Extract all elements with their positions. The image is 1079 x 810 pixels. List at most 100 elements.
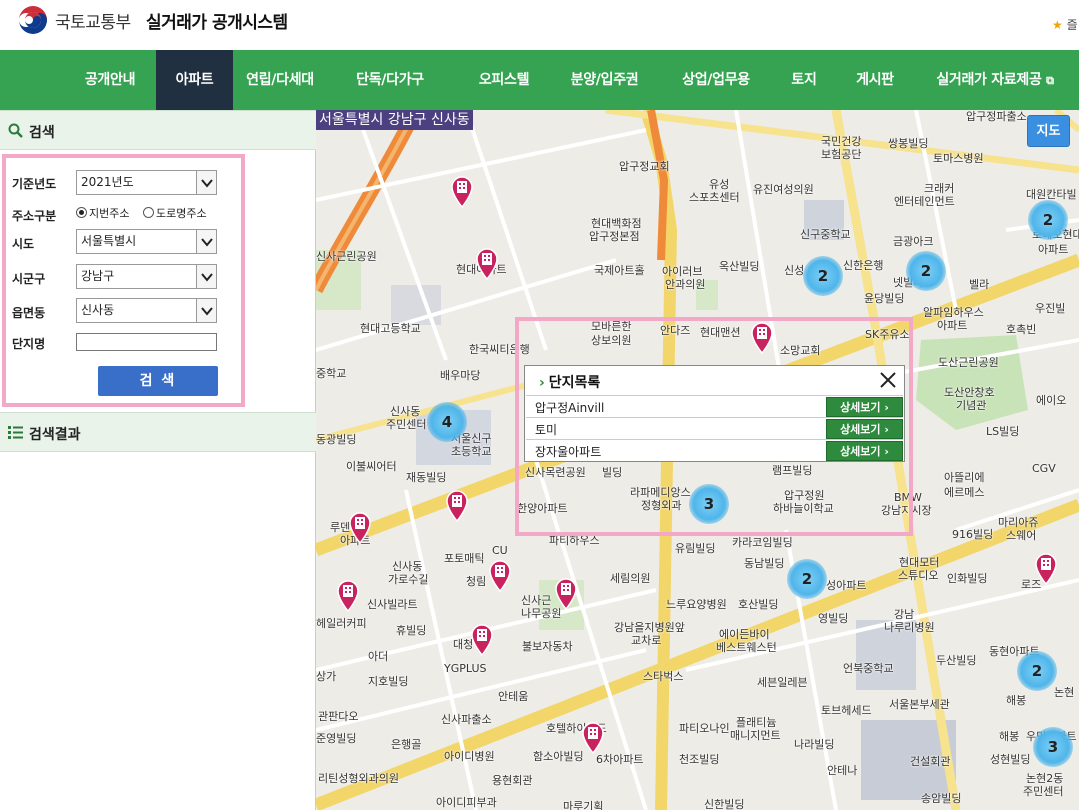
complex-row[interactable]: 토미 상세보기 › [526,417,903,439]
map-label: 마리아쥬 [998,516,1039,529]
dong-select-value: 신사동 [81,303,115,317]
apartment-pin-icon[interactable] [581,722,605,754]
sigungu-select-value: 강남구 [81,269,115,283]
complex-list-popup: › 단지목록 압구정Ainvill 상세보기 › 토미 상세보기 › 장자울아파트… [524,365,905,462]
map-label: 주민센터 [1023,785,1064,798]
region-label: 서울특별시 강남구 신사동 [316,110,473,130]
map-label: 포토매틱 [444,552,485,565]
search-icon [8,123,23,138]
map-label: 토브헤세드 [821,704,872,717]
system-title[interactable]: 실거래가 공개시스템 [146,8,288,33]
nav-item-detached[interactable]: 단독/다가구 [350,50,430,110]
map-label: 아이디병원 [444,750,495,763]
favorite-label: 즐 [1066,18,1078,32]
detail-button[interactable]: 상세보기 › [826,397,903,417]
favorite-link[interactable]: ★ 즐 [1052,16,1078,33]
map-label: 국제아트홀 [594,264,645,277]
ministry-name[interactable]: 국토교통부 [55,8,131,33]
map-type-toggle[interactable]: 지도 [1027,115,1070,147]
map-label: 두산빌딩 [936,654,977,667]
apartment-pin-icon[interactable] [475,248,499,280]
cluster-marker[interactable]: 2 [1017,651,1057,691]
complex-name-input[interactable] [76,333,217,351]
government-logo-icon[interactable] [17,4,49,36]
map-label: 천조빌딩 [679,753,720,766]
nav-item-data-provision[interactable]: 실거래가 자료제공 ⧉ [925,50,1065,110]
map-label: 아더 [368,650,389,663]
map-label: 신한은행 [843,259,884,272]
apartment-pin-icon[interactable] [554,578,578,610]
map-label: 유성 [709,178,730,191]
apartment-pin-icon[interactable] [470,624,494,656]
apartment-pin-icon[interactable] [336,580,360,612]
popup-title: › 단지목록 [539,372,600,392]
map-label: 압구정파출소 [966,110,1027,123]
map-label: 파티오나인 [679,722,730,735]
radio-road-address[interactable]: 도로명주소 [143,205,207,221]
cluster-marker[interactable]: 2 [906,251,946,291]
nav-item-presale[interactable]: 분양/입주권 [563,50,646,110]
nav-item-public-info[interactable]: 공개안내 [70,50,150,110]
apartment-pin-icon[interactable] [445,490,469,522]
nav-item-land[interactable]: 토지 [783,50,825,110]
map-label: 건설회관 [910,755,951,768]
radio-lot-address[interactable]: 지번주소 [76,205,129,221]
map-label: 언북중학교 [843,662,894,675]
apartment-pin-icon[interactable] [488,560,512,592]
map-label: 안테움 [498,690,529,703]
cluster-marker[interactable]: 2 [803,256,843,296]
map-label: 해봉 [999,730,1020,743]
map-canvas[interactable]: 서울특별시 강남구 신사동 지도 압구정파출소 국민건강 보험공단 쌍봉빌딩 토… [316,110,1079,810]
sigungu-select[interactable]: 강남구 [76,264,217,289]
search-form: 기준년도 2021년도 주소구분 지번주소 도로명주소 시도 서울특별시 시군구… [2,154,245,407]
map-label: 크래커 [924,182,955,195]
radio-selected-icon [76,207,87,218]
apartment-pin-icon[interactable] [348,512,372,544]
map-label: 신사빌라트 [367,598,418,611]
year-select[interactable]: 2021년도 [76,170,217,195]
apartment-pin-icon[interactable] [1034,553,1058,585]
complex-row[interactable]: 장자울아파트 상세보기 › [526,439,903,461]
map-label: 안과의원 [665,278,706,291]
map-label: 청림 [466,575,487,588]
map-label: 성아파트 [826,579,867,592]
map-label: 벨라 [969,278,990,291]
nav-item-rowhouse[interactable]: 연립/다세대 [240,50,320,110]
results-header-label: 검색결과 [29,427,81,443]
map-label: 쌍봉빌딩 [888,137,929,150]
detail-button-label: 상세보기 [840,401,881,414]
map-label: 스포츠센터 [689,191,740,204]
nav-item-apartment[interactable]: 아파트 [156,50,233,110]
map-label: CGV [1032,462,1056,475]
cluster-marker[interactable]: 2 [787,559,827,599]
nav-item-officetel[interactable]: 오피스텔 [465,50,543,110]
map-label: 휴빌딩 [396,624,427,637]
dong-select[interactable]: 신사동 [76,298,217,323]
map-label: 성현빌딩 [990,753,1031,766]
search-button[interactable]: 검 색 [98,366,218,396]
complex-row[interactable]: 압구정Ainvill 상세보기 › [526,395,903,417]
detail-button[interactable]: 상세보기 › [826,419,903,439]
detail-button[interactable]: 상세보기 › [826,441,903,461]
map-label: 신사동 [390,405,421,418]
nav-item-board[interactable]: 게시판 [847,50,903,110]
detail-button-label: 상세보기 [840,445,881,458]
cluster-marker[interactable]: 4 [427,402,467,442]
map-label: 엔터테인먼트 [894,195,955,208]
apartment-pin-icon[interactable] [450,176,474,208]
map-label: 대원칸타빌 [1026,188,1077,201]
cluster-marker[interactable]: 3 [1033,727,1073,767]
map-label: 압구정교회 [619,160,670,173]
map-label: 베스트웨스턴 [716,641,777,654]
nav-item-commercial[interactable]: 상업/업무용 [672,50,760,110]
map-label: 신사근 [521,594,552,607]
sido-select[interactable]: 서울특별시 [76,229,217,254]
popup-title-label: 단지목록 [548,375,601,391]
close-icon[interactable] [878,370,898,390]
map-label: 논현2동 [1026,772,1064,785]
map-label: 에이든바이 [719,628,770,641]
search-header: 검색 [0,110,316,150]
cluster-marker[interactable]: 2 [1028,200,1068,240]
map-label: 아파트 [937,319,968,332]
map-label: 이불씨어터 [346,460,397,473]
